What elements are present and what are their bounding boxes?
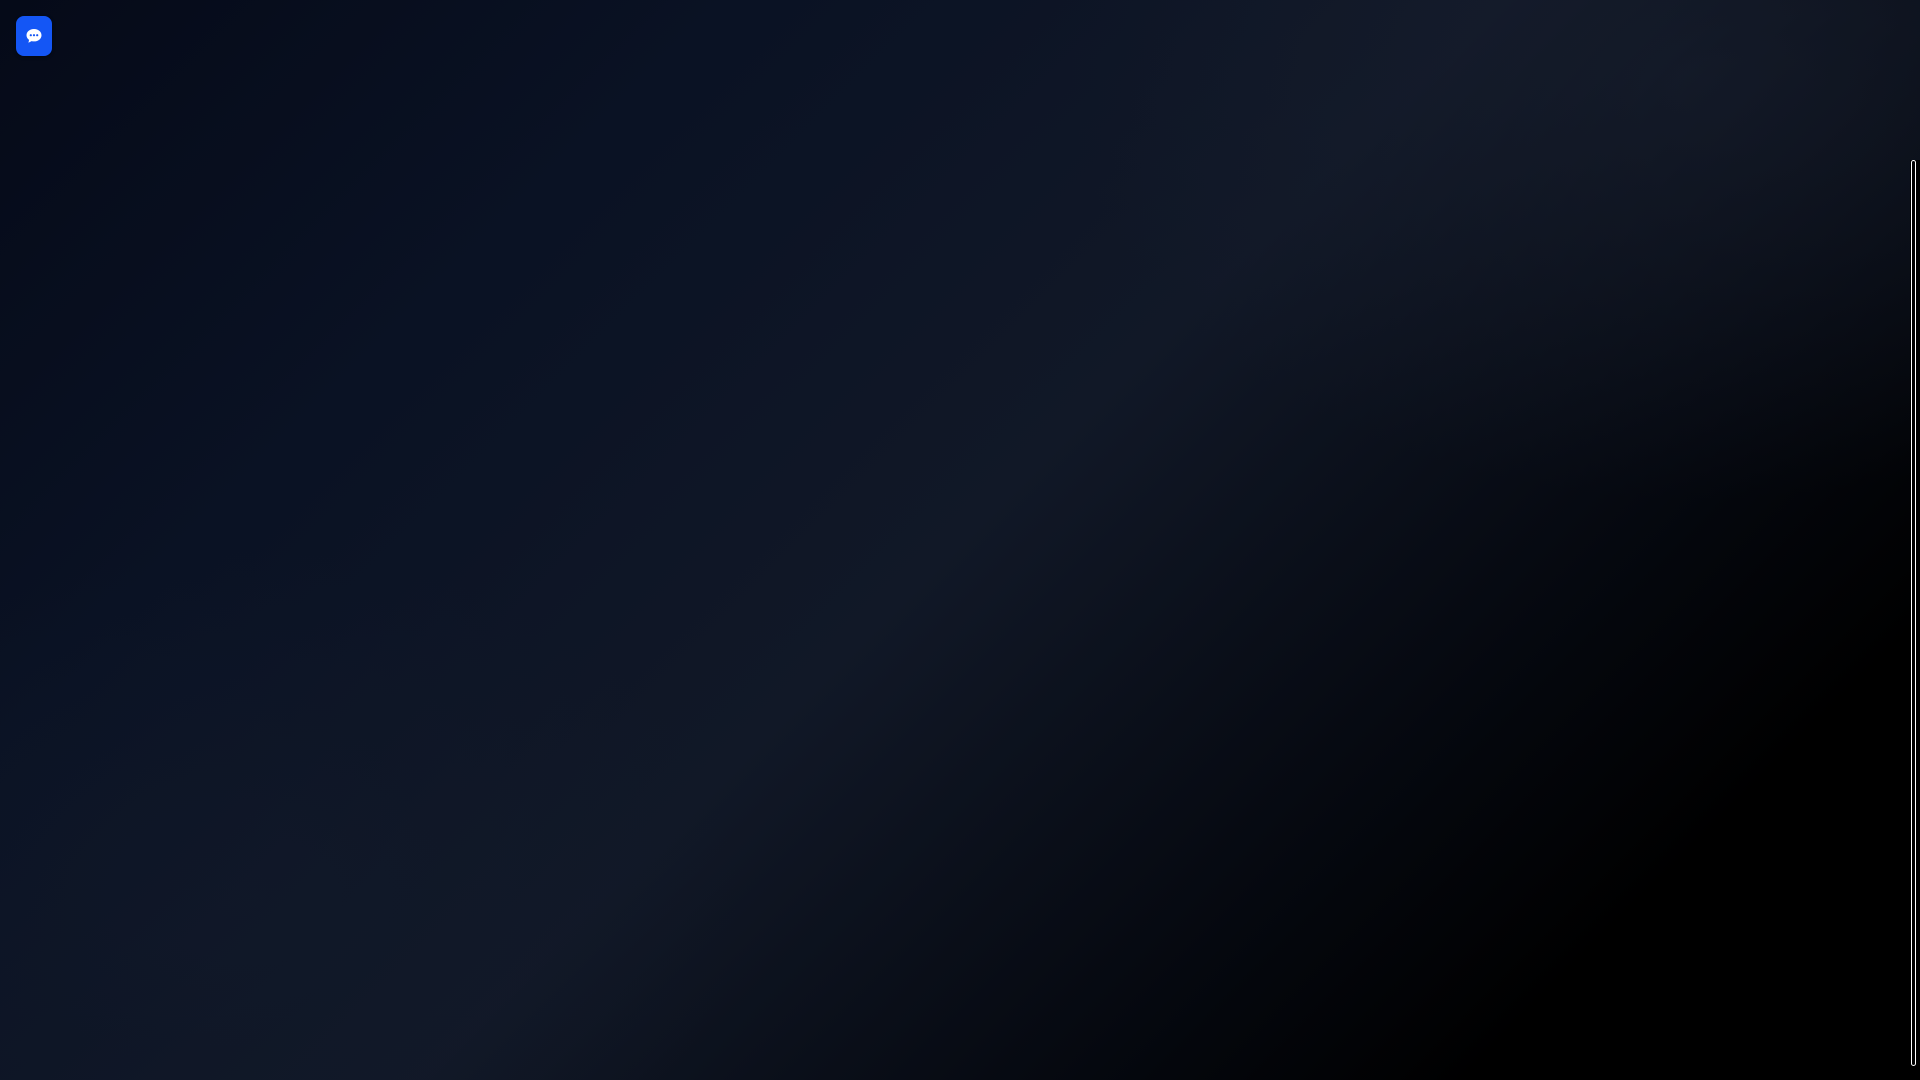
chat-bubble-icon [24, 26, 44, 46]
page-background [0, 0, 1920, 1080]
vertical-scrollbar[interactable] [1910, 160, 1920, 1066]
scrollbar-thumb[interactable] [1911, 160, 1916, 1066]
chat-launcher-button[interactable] [16, 16, 52, 56]
